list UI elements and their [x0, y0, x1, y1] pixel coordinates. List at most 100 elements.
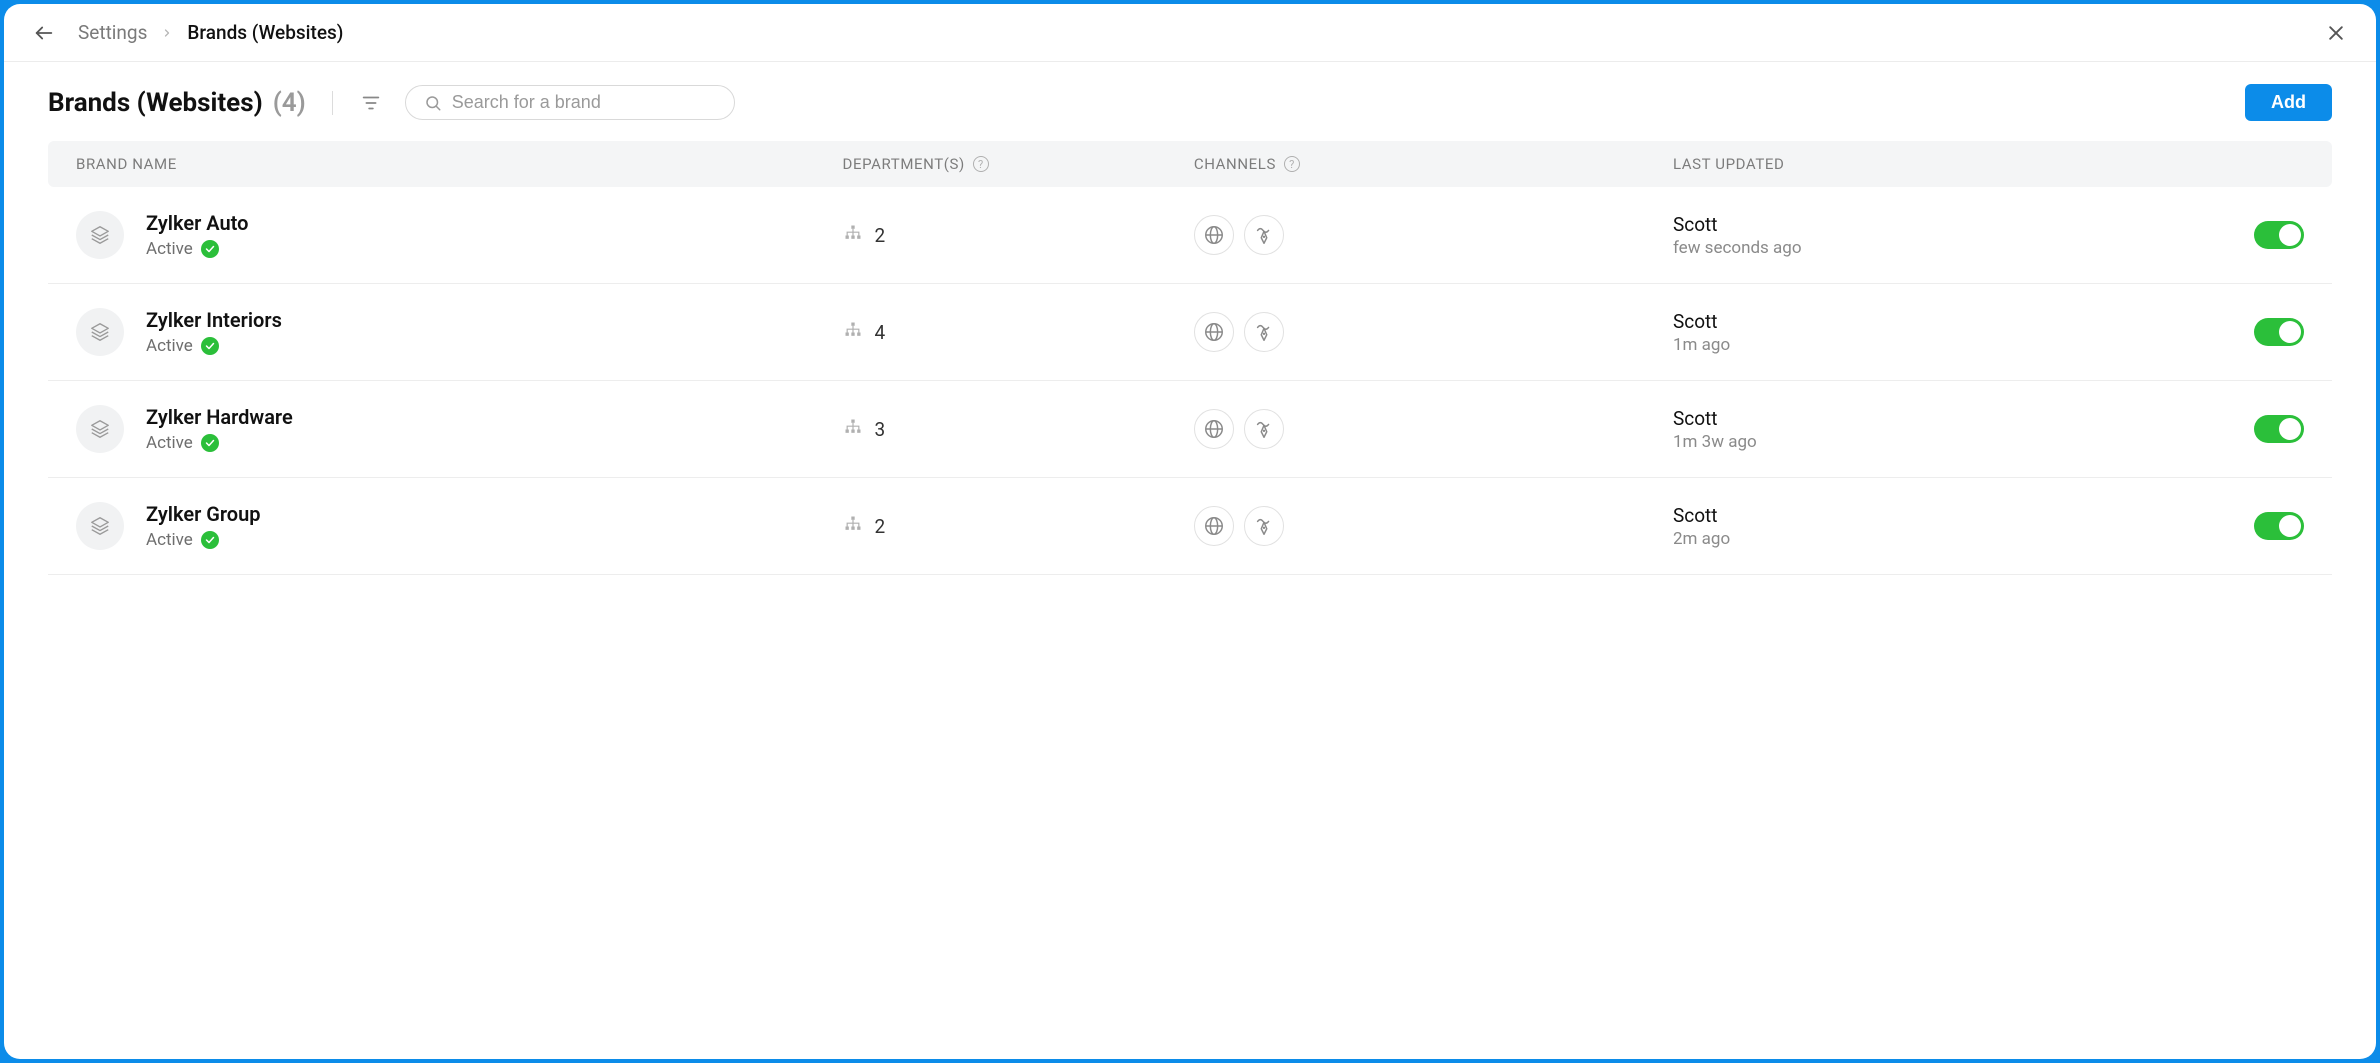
channel-web[interactable] — [1194, 312, 1234, 352]
breadcrumb-current: Brands (Websites) — [187, 21, 343, 44]
check-icon — [201, 531, 219, 549]
check-icon — [201, 240, 219, 258]
enable-toggle[interactable] — [2254, 318, 2304, 346]
last-updated-cell: Scott 1m 3w ago — [1673, 407, 2184, 452]
brand-cell: Zylker Interiors Active — [76, 308, 843, 356]
table-row[interactable]: Zylker Group Active 2 Scott 2m ago — [48, 478, 2332, 575]
channel-web[interactable] — [1194, 215, 1234, 255]
departments-count: 2 — [875, 224, 886, 247]
pen-icon — [1253, 224, 1275, 246]
layers-icon — [89, 418, 111, 440]
channels-cell — [1194, 312, 1673, 352]
table-row[interactable]: Zylker Auto Active 2 Scott few seconds a… — [48, 187, 2332, 284]
help-icon[interactable]: ? — [973, 156, 989, 172]
brand-name: Zylker Hardware — [146, 405, 293, 429]
channel-signature[interactable] — [1244, 409, 1284, 449]
brand-cell: Zylker Group Active — [76, 502, 843, 550]
search-icon — [424, 94, 442, 112]
departments-cell: 3 — [843, 417, 1194, 442]
toggle-cell — [2184, 221, 2304, 249]
org-icon — [843, 223, 863, 248]
channels-cell — [1194, 409, 1673, 449]
channel-web[interactable] — [1194, 409, 1234, 449]
updated-by: Scott — [1673, 213, 2184, 236]
globe-icon — [1203, 418, 1225, 440]
page-title-count: (4) — [273, 88, 306, 118]
departments-count: 2 — [875, 515, 886, 538]
brand-status: Active — [146, 336, 282, 356]
breadcrumb-parent[interactable]: Settings — [78, 21, 147, 44]
updated-when: 2m ago — [1673, 529, 2184, 549]
add-button[interactable]: Add — [2245, 84, 2332, 121]
col-channels: CHANNELS? — [1194, 155, 1673, 173]
col-brand-name: BRAND NAME — [76, 155, 843, 173]
last-updated-cell: Scott few seconds ago — [1673, 213, 2184, 258]
departments-cell: 4 — [843, 320, 1194, 345]
breadcrumb: Settings Brands (Websites) — [78, 21, 343, 44]
col-departments: DEPARTMENT(S)? — [843, 155, 1194, 173]
updated-when: 1m 3w ago — [1673, 432, 2184, 452]
pen-icon — [1253, 515, 1275, 537]
breadcrumb-bar: Settings Brands (Websites) — [4, 4, 2376, 62]
globe-icon — [1203, 515, 1225, 537]
table-header: BRAND NAME DEPARTMENT(S)? CHANNELS? LAST… — [48, 141, 2332, 187]
brands-table: BRAND NAME DEPARTMENT(S)? CHANNELS? LAST… — [4, 131, 2376, 605]
toolbar: Brands (Websites) (4) Add — [4, 62, 2376, 131]
check-icon — [201, 337, 219, 355]
updated-when: few seconds ago — [1673, 238, 2184, 258]
channel-web[interactable] — [1194, 506, 1234, 546]
last-updated-cell: Scott 1m ago — [1673, 310, 2184, 355]
brand-status: Active — [146, 239, 248, 259]
search-field[interactable] — [405, 85, 735, 120]
channel-signature[interactable] — [1244, 215, 1284, 255]
org-icon — [843, 514, 863, 539]
toggle-cell — [2184, 512, 2304, 540]
page-title: Brands (Websites) (4) — [48, 88, 306, 118]
enable-toggle[interactable] — [2254, 512, 2304, 540]
close-button[interactable] — [2320, 17, 2352, 49]
channel-signature[interactable] — [1244, 506, 1284, 546]
pen-icon — [1253, 321, 1275, 343]
layers-icon — [89, 515, 111, 537]
globe-icon — [1203, 321, 1225, 343]
departments-cell: 2 — [843, 514, 1194, 539]
help-icon[interactable]: ? — [1284, 156, 1300, 172]
close-icon — [2326, 23, 2346, 43]
table-row[interactable]: Zylker Interiors Active 4 Scott 1m ago — [48, 284, 2332, 381]
arrow-left-icon — [33, 22, 55, 44]
brand-name: Zylker Interiors — [146, 308, 282, 332]
globe-icon — [1203, 224, 1225, 246]
search-input[interactable] — [452, 92, 716, 113]
org-icon — [843, 417, 863, 442]
brand-name: Zylker Group — [146, 502, 261, 526]
last-updated-cell: Scott 2m ago — [1673, 504, 2184, 549]
toggle-cell — [2184, 318, 2304, 346]
updated-when: 1m ago — [1673, 335, 2184, 355]
brand-cell: Zylker Auto Active — [76, 211, 843, 259]
col-last-updated: LAST UPDATED — [1673, 155, 2184, 173]
departments-count: 4 — [875, 321, 886, 344]
layers-icon — [89, 321, 111, 343]
brand-name: Zylker Auto — [146, 211, 248, 235]
channels-cell — [1194, 215, 1673, 255]
channel-signature[interactable] — [1244, 312, 1284, 352]
back-button[interactable] — [28, 17, 60, 49]
chevron-right-icon — [161, 21, 173, 44]
brand-avatar — [76, 308, 124, 356]
brand-cell: Zylker Hardware Active — [76, 405, 843, 453]
pen-icon — [1253, 418, 1275, 440]
layers-icon — [89, 224, 111, 246]
page-title-text: Brands (Websites) — [48, 88, 263, 118]
enable-toggle[interactable] — [2254, 415, 2304, 443]
brand-avatar — [76, 502, 124, 550]
channels-cell — [1194, 506, 1673, 546]
brand-status: Active — [146, 530, 261, 550]
table-row[interactable]: Zylker Hardware Active 3 Scott 1m 3w ago — [48, 381, 2332, 478]
enable-toggle[interactable] — [2254, 221, 2304, 249]
brand-avatar — [76, 211, 124, 259]
departments-cell: 2 — [843, 223, 1194, 248]
filter-button[interactable] — [355, 87, 387, 119]
updated-by: Scott — [1673, 504, 2184, 527]
toggle-cell — [2184, 415, 2304, 443]
org-icon — [843, 320, 863, 345]
